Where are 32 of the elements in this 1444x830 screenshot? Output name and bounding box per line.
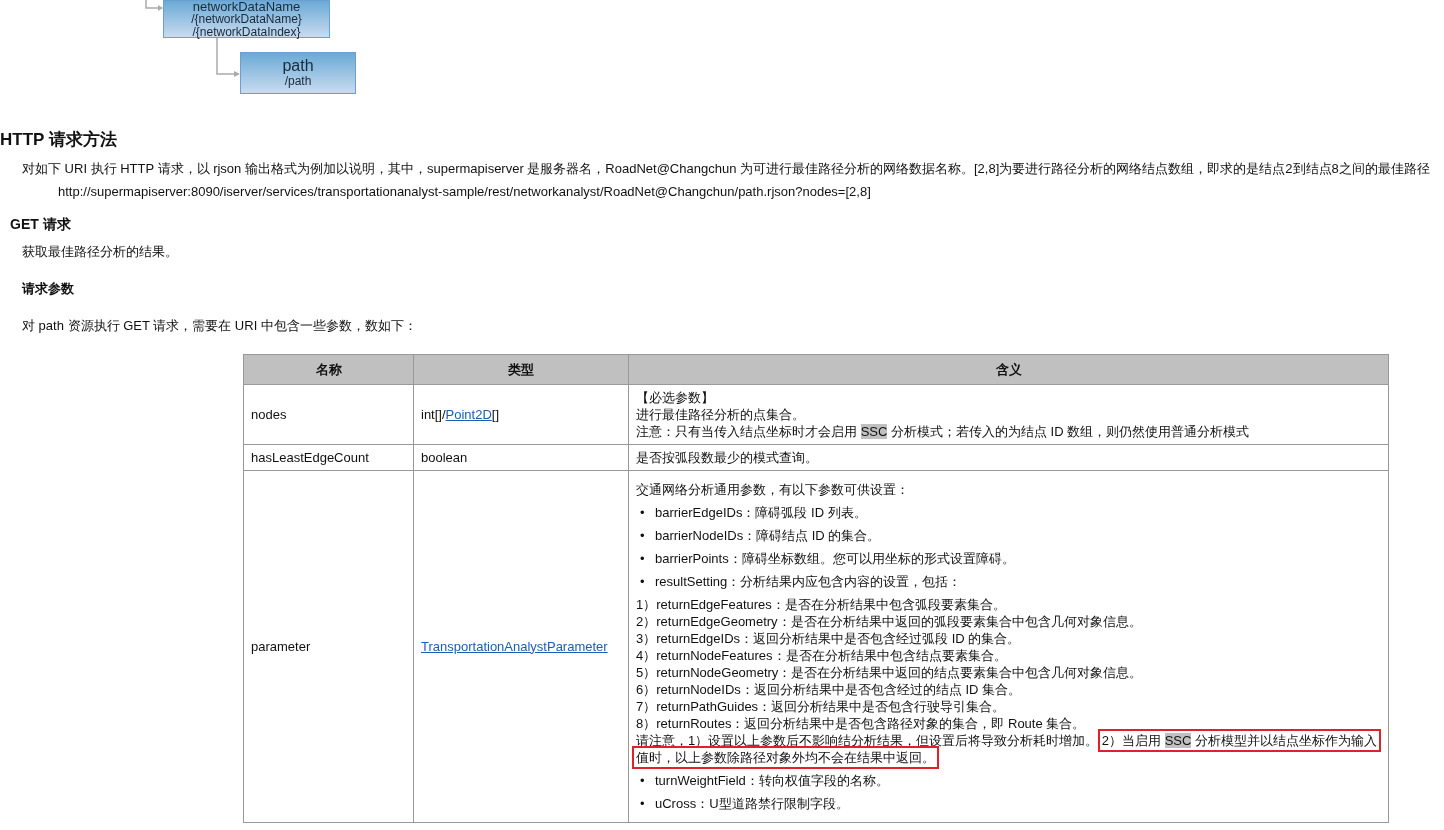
node-path: /{networkDataName} — [191, 13, 302, 26]
intro-paragraph: 对如下 URI 执行 HTTP 请求，以 rjson 输出格式为例加以说明，其中，supermapiserver 是服务器名，RoadNet@Changchun 为可进行最佳路径分析的网络数据名称。[2,8]为要进行路径分析的网络结点数组，即求的是结点2到结点8之间的最佳路径 — [21, 160, 1431, 178]
bullet-marker: • — [640, 573, 646, 590]
bullet-marker: • — [640, 772, 646, 789]
request-url: http://supermapiserver:8090/iserver/services/transportationanalyst-sample/rest/networkanalyst/RoadNet@Changchun/path.rjson?nodes=[2,8] — [57, 183, 872, 201]
node-path: /{networkDataIndex} — [192, 25, 301, 39]
type-link[interactable]: TransportationAnalystParameter — [421, 638, 608, 654]
description-text: 获取最佳路径分析的结果。 — [21, 243, 179, 261]
type-link[interactable]: Point2D — [445, 406, 492, 422]
bullet-marker: • — [640, 795, 646, 812]
node-path: /path — [284, 75, 312, 88]
params-intro: 对 path 资源执行 GET 请求，需要在 URI 中包含一些参数，数如下： — [21, 317, 418, 335]
param-name-cell: nodes — [243, 384, 414, 445]
column-header: 含义 — [628, 354, 1389, 385]
node-title: networkDataName — [192, 0, 301, 14]
column-header: 名称 — [243, 354, 414, 385]
connector-line — [216, 38, 240, 78]
node-title: path — [282, 58, 314, 76]
connector-line — [145, 0, 163, 12]
params-heading: 请求参数 — [22, 280, 75, 298]
bullet-marker: • — [640, 527, 646, 544]
column-header: 类型 — [413, 354, 629, 385]
param-meaning-cell: 【必选参数】 进行最佳路径分析的点集合。 注意：只有当传入结点坐标时才会启用 SSC 分析模式；若传入的为结点 ID 数组，则仍然使用普通分析模式 — [628, 384, 1389, 445]
param-type-cell: int[]/Point2D[] — [413, 384, 629, 445]
param-type-cell: boolean — [413, 444, 629, 471]
param-name-cell: hasLeastEdgeCount — [243, 444, 414, 471]
subsection-heading: GET 请求 — [10, 216, 72, 234]
param-meaning-cell: 是否按弧段数最少的模式查询。 — [628, 444, 1389, 471]
bullet-marker: • — [640, 550, 646, 567]
section-heading: HTTP 请求方法 — [0, 129, 118, 151]
param-name-cell: parameter — [243, 470, 414, 823]
bullet-marker: • — [640, 504, 646, 521]
